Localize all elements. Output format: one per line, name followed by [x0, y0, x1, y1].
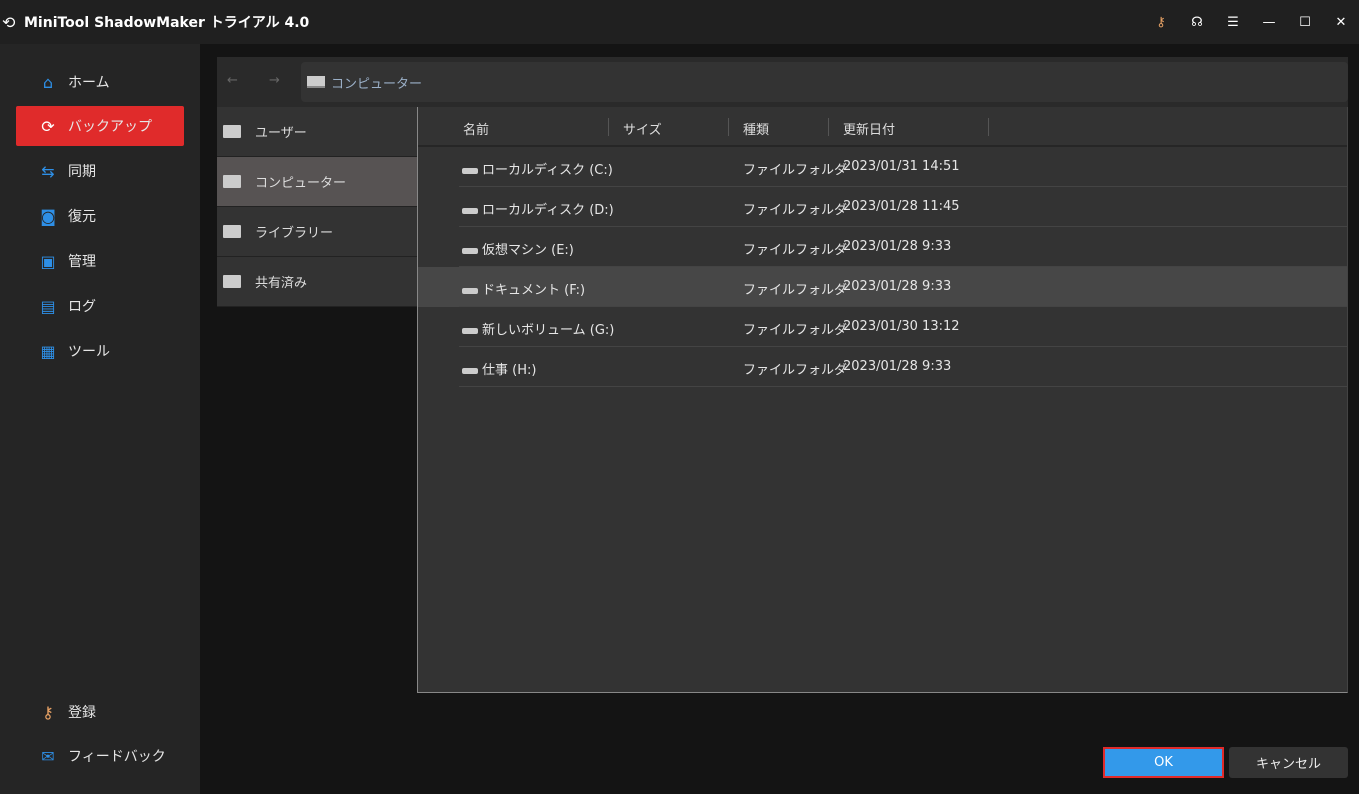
network-icon [223, 275, 241, 288]
row-type: ファイルフォルダ [743, 283, 848, 298]
column-size[interactable]: サイズ [623, 119, 662, 138]
sidebar-item-manage[interactable]: ▣ 管理 [16, 241, 184, 281]
column-date[interactable]: 更新日付 [843, 119, 895, 138]
sidebar-item-backup[interactable]: ⟳ バックアップ [16, 106, 184, 146]
row-name: 仮想マシン (E:) [482, 243, 574, 258]
table-row[interactable]: ローカルディスク (D:) ファイルフォルダ 2023/01/28 11:45 [418, 187, 1347, 227]
table-row[interactable]: ドキュメント (F:) ファイルフォルダ 2023/01/28 9:33 [418, 267, 1347, 307]
row-name: ドキュメント (F:) [482, 283, 586, 298]
row-type: ファイルフォルダ [743, 363, 848, 378]
ok-button[interactable]: OK [1103, 747, 1224, 778]
drive-icon [462, 207, 478, 214]
row-date: 2023/01/28 9:33 [843, 359, 952, 374]
breadcrumb[interactable]: コンピューター [301, 62, 1348, 102]
table-row[interactable]: ローカルディスク (C:) ファイルフォルダ 2023/01/31 14:51 [418, 147, 1347, 187]
row-name: ローカルディスク (C:) [482, 163, 613, 178]
headset-icon[interactable]: ☊ [1179, 0, 1215, 44]
key-icon[interactable]: ⚷ [1143, 0, 1179, 44]
menu-icon[interactable]: ☰ [1215, 0, 1251, 44]
forward-arrow-icon[interactable]: → [269, 73, 280, 88]
mail-icon: ✉ [41, 746, 55, 766]
row-type: ファイルフォルダ [743, 243, 848, 258]
row-type: ファイルフォルダ [743, 163, 848, 178]
maximize-icon[interactable]: ☐ [1287, 0, 1323, 44]
row-date: 2023/01/28 9:33 [843, 279, 952, 294]
table-row[interactable]: 新しいボリューム (G:) ファイルフォルダ 2023/01/30 13:12 [418, 307, 1347, 347]
navigation-bar: ← → コンピューター [217, 57, 1348, 107]
restore-icon: ◙ [40, 206, 56, 226]
manage-icon: ▣ [40, 251, 56, 271]
row-type: ファイルフォルダ [743, 323, 848, 338]
table-row[interactable]: 仕事 (H:) ファイルフォルダ 2023/01/28 9:33 [418, 347, 1347, 387]
tree-item-computer[interactable]: コンピューター [217, 157, 417, 207]
list-header: 名前 サイズ 種類 更新日付 [418, 107, 1347, 147]
column-type[interactable]: 種類 [743, 119, 769, 138]
drive-icon [462, 247, 478, 254]
back-arrow-icon[interactable]: ← [227, 73, 238, 88]
sidebar-item-home[interactable]: ⌂ ホーム [16, 62, 184, 102]
app-title: MiniTool ShadowMaker トライアル 4.0 [24, 15, 310, 31]
row-date: 2023/01/30 13:12 [843, 319, 960, 334]
sidebar-item-register[interactable]: ⚷ 登録 [16, 692, 184, 732]
row-date: 2023/01/31 14:51 [843, 159, 960, 174]
sync-icon: ⇆ [41, 161, 55, 181]
drive-icon [462, 287, 478, 294]
computer-icon [223, 175, 241, 188]
minimize-icon[interactable]: — [1251, 0, 1287, 44]
row-date: 2023/01/28 11:45 [843, 199, 960, 214]
home-icon: ⌂ [42, 72, 54, 92]
sidebar: ⌂ ホーム ⟳ バックアップ ⇆ 同期 ◙ 復元 ▣ 管理 ▤ ログ ▦ ツール ⚷ 登録 ✉ フ… [0, 44, 200, 794]
location-tree: ユーザー コンピューター ライブラリー 共有済み [217, 107, 417, 307]
sidebar-item-restore[interactable]: ◙ 復元 [16, 196, 184, 236]
sidebar-item-log[interactable]: ▤ ログ [16, 286, 184, 326]
table-row[interactable]: 仮想マシン (E:) ファイルフォルダ 2023/01/28 9:33 [418, 227, 1347, 267]
sidebar-item-tools[interactable]: ▦ ツール [16, 331, 184, 371]
row-date: 2023/01/28 9:33 [843, 239, 952, 254]
drive-icon [462, 167, 478, 174]
backup-icon: ⟳ [41, 116, 55, 136]
drive-icon [462, 367, 478, 374]
column-name[interactable]: 名前 [463, 119, 489, 138]
drive-icon [462, 327, 478, 334]
title-bar: ⟲ MiniTool ShadowMaker トライアル 4.0 ⚷ ☊ ☰ —… [0, 0, 1359, 44]
computer-icon [307, 76, 325, 88]
row-name: 仕事 (H:) [482, 363, 537, 378]
sidebar-item-feedback[interactable]: ✉ フィードバック [16, 736, 184, 776]
log-icon: ▤ [40, 296, 56, 316]
app-logo-icon: ⟲ [2, 12, 16, 32]
tree-item-libraries[interactable]: ライブラリー [217, 207, 417, 257]
user-folder-icon [223, 125, 241, 138]
file-list: 名前 サイズ 種類 更新日付 ローカルディスク (C:) ファイルフォルダ 20… [417, 107, 1348, 693]
row-type: ファイルフォルダ [743, 203, 848, 218]
cancel-button[interactable]: キャンセル [1229, 747, 1348, 778]
tree-item-users[interactable]: ユーザー [217, 107, 417, 157]
close-icon[interactable]: ✕ [1323, 0, 1359, 44]
row-name: ローカルディスク (D:) [482, 203, 614, 218]
sidebar-item-sync[interactable]: ⇆ 同期 [16, 151, 184, 191]
key-icon: ⚷ [42, 702, 54, 722]
row-name: 新しいボリューム (G:) [482, 323, 615, 338]
tools-icon: ▦ [40, 341, 56, 361]
folder-icon [223, 225, 241, 238]
tree-item-shared[interactable]: 共有済み [217, 257, 417, 307]
